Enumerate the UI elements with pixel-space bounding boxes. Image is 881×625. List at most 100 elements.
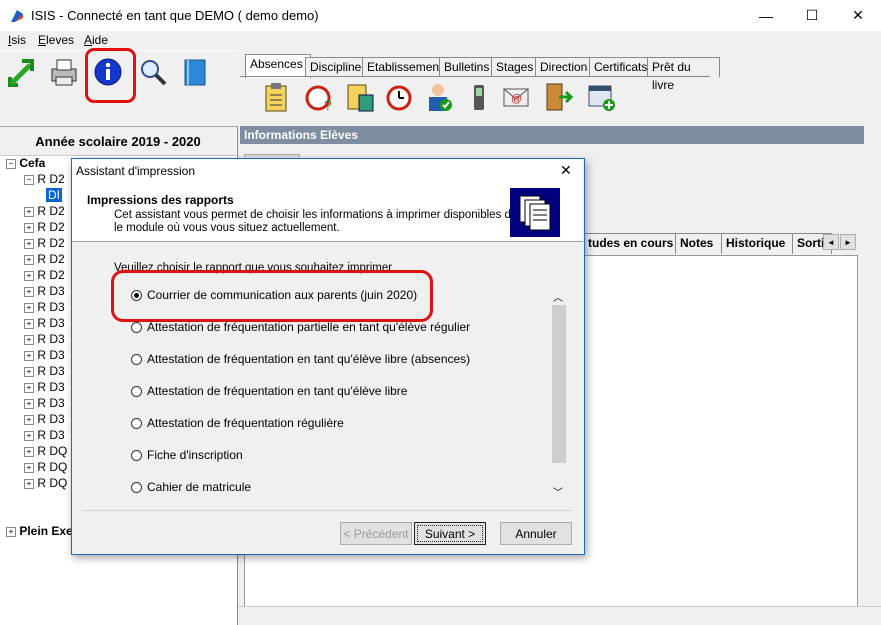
cancel-button[interactable]: Annuler xyxy=(500,522,572,545)
tab-etudes-en-cours[interactable]: tudes en cours xyxy=(583,233,680,254)
tabs-scroll-left-button[interactable]: ◄ xyxy=(823,234,839,250)
expand-icon[interactable]: + xyxy=(6,526,16,537)
expand-icon[interactable]: + xyxy=(24,334,34,345)
expand-icon[interactable]: + xyxy=(24,382,34,393)
tab-notes[interactable]: Notes xyxy=(675,233,726,254)
tab-absences[interactable]: Absences xyxy=(245,54,311,78)
report-option-radio[interactable] xyxy=(131,322,142,333)
collapse-icon[interactable]: − xyxy=(6,158,16,169)
tree-node-plein-exe[interactable]: + Plein Exe xyxy=(6,524,73,540)
alarm-clock-question-icon[interactable]: ? xyxy=(302,80,336,114)
tree-node[interactable]: + R D3 xyxy=(24,364,65,380)
info-icon[interactable] xyxy=(91,55,125,89)
tree-node[interactable]: + R D3 xyxy=(24,380,65,396)
calculator-clipboard-icon[interactable] xyxy=(343,80,377,114)
tree-node[interactable]: − R D2 xyxy=(24,172,65,188)
tab-pr-t-du-livre[interactable]: Prêt du livre xyxy=(647,57,720,92)
report-option-radio[interactable] xyxy=(131,482,142,493)
tree-node-label: R D3 xyxy=(37,300,65,314)
expand-icon[interactable]: + xyxy=(24,430,34,441)
tab-etablissement[interactable]: Etablissement xyxy=(362,57,445,77)
tree-node[interactable]: + R D3 xyxy=(24,348,65,364)
report-option-radio[interactable] xyxy=(131,450,142,461)
expand-icon[interactable]: + xyxy=(24,350,34,361)
tree-node[interactable]: DI xyxy=(46,188,62,204)
previous-button[interactable]: < Précédent xyxy=(340,522,412,545)
expand-icon[interactable]: + xyxy=(24,270,34,281)
email-envelope-icon[interactable]: @ xyxy=(499,80,533,114)
next-button[interactable]: Suivant > xyxy=(414,522,486,545)
expand-icon[interactable]: + xyxy=(24,462,34,473)
calendar-add-icon[interactable] xyxy=(584,80,618,114)
scrollbar-thumb[interactable] xyxy=(552,305,566,463)
expand-icon[interactable]: + xyxy=(24,302,34,313)
tab-stages[interactable]: Stages xyxy=(491,57,541,77)
exit-door-icon[interactable] xyxy=(541,80,575,114)
expand-icon[interactable]: + xyxy=(24,414,34,425)
search-magnifier-icon[interactable] xyxy=(136,55,170,89)
tree-node[interactable]: + R D3 xyxy=(24,300,65,316)
status-bar xyxy=(238,606,881,623)
book-icon[interactable] xyxy=(178,55,212,89)
tree-node[interactable]: + R D3 xyxy=(24,396,65,412)
tab-discipline[interactable]: Discipline xyxy=(305,57,368,77)
tree-node[interactable]: + R D2 xyxy=(24,204,65,220)
clipboard-icon[interactable] xyxy=(259,80,293,114)
refresh-arrows-icon[interactable] xyxy=(4,55,38,89)
tree-node[interactable]: + R DQ xyxy=(24,460,67,476)
report-option-radio[interactable] xyxy=(131,354,142,365)
report-option-radio[interactable] xyxy=(131,386,142,397)
svg-text:?: ? xyxy=(324,97,332,112)
mobile-phone-icon[interactable] xyxy=(462,80,496,114)
tree-node[interactable]: + R DQ xyxy=(24,476,67,492)
alarm-clock-icon[interactable] xyxy=(382,80,416,114)
expand-icon[interactable]: + xyxy=(24,254,34,265)
scroll-down-icon[interactable]: ﹀ xyxy=(553,484,563,499)
tree-node[interactable]: + R D2 xyxy=(24,236,65,252)
expand-icon[interactable]: + xyxy=(24,366,34,377)
tab-historique[interactable]: Historique xyxy=(721,233,797,254)
menu-isis[interactable]: Isis xyxy=(8,33,26,47)
minimize-button[interactable]: — xyxy=(743,0,789,31)
tree-node[interactable]: + R D3 xyxy=(24,332,65,348)
tree-node[interactable]: + R D2 xyxy=(24,252,65,268)
report-option-label[interactable]: Fiche d'inscription xyxy=(147,448,243,462)
tree-node[interactable]: + R D2 xyxy=(24,268,65,284)
tabs-scroll-right-button[interactable]: ► xyxy=(840,234,856,250)
tree-node[interactable]: + R D3 xyxy=(24,284,65,300)
report-option-label[interactable]: Cahier de matricule xyxy=(147,480,251,494)
report-option-radio[interactable] xyxy=(131,418,142,429)
tab-certificats[interactable]: Certificats xyxy=(589,57,653,77)
collapse-icon[interactable]: − xyxy=(24,174,34,185)
maximize-button[interactable]: ☐ xyxy=(789,0,835,31)
menu-aide[interactable]: Aide xyxy=(84,33,108,47)
report-option-label[interactable]: Attestation de fréquentation régulière xyxy=(147,416,344,430)
user-check-icon[interactable] xyxy=(422,80,456,114)
tree-node[interactable]: + R D2 xyxy=(24,220,65,236)
expand-icon[interactable]: + xyxy=(24,318,34,329)
tree-node[interactable]: + R D3 xyxy=(24,428,65,444)
expand-icon[interactable]: + xyxy=(24,446,34,457)
expand-icon[interactable]: + xyxy=(24,478,34,489)
tree-node-label: R D2 xyxy=(37,220,65,234)
expand-icon[interactable]: + xyxy=(24,238,34,249)
tree-node[interactable]: + R DQ xyxy=(24,444,67,460)
report-option-label[interactable]: Attestation de fréquentation partielle e… xyxy=(147,320,470,334)
expand-icon[interactable]: + xyxy=(24,222,34,233)
report-option-label[interactable]: Attestation de fréquentation en tant qu'… xyxy=(147,384,407,398)
close-button[interactable]: ✕ xyxy=(835,0,881,31)
tree-node[interactable]: + R D3 xyxy=(24,412,65,428)
dialog-close-button[interactable]: ✕ xyxy=(560,162,572,179)
expand-icon[interactable]: + xyxy=(24,286,34,297)
tab-direction[interactable]: Direction xyxy=(535,57,595,77)
expand-icon[interactable]: + xyxy=(24,206,34,217)
tree-node[interactable]: + R D3 xyxy=(24,316,65,332)
tab-bulletins[interactable]: Bulletins xyxy=(439,57,497,77)
expand-icon[interactable]: + xyxy=(24,398,34,409)
tree-node-label: R D3 xyxy=(37,316,65,330)
printer-icon[interactable] xyxy=(47,55,81,89)
tree-root-node[interactable]: − Cefa xyxy=(6,156,45,172)
scroll-up-icon[interactable]: ︿ xyxy=(553,289,563,304)
report-option-label[interactable]: Attestation de fréquentation en tant qu'… xyxy=(147,352,470,366)
menu-eleves[interactable]: Eleves xyxy=(38,33,74,47)
